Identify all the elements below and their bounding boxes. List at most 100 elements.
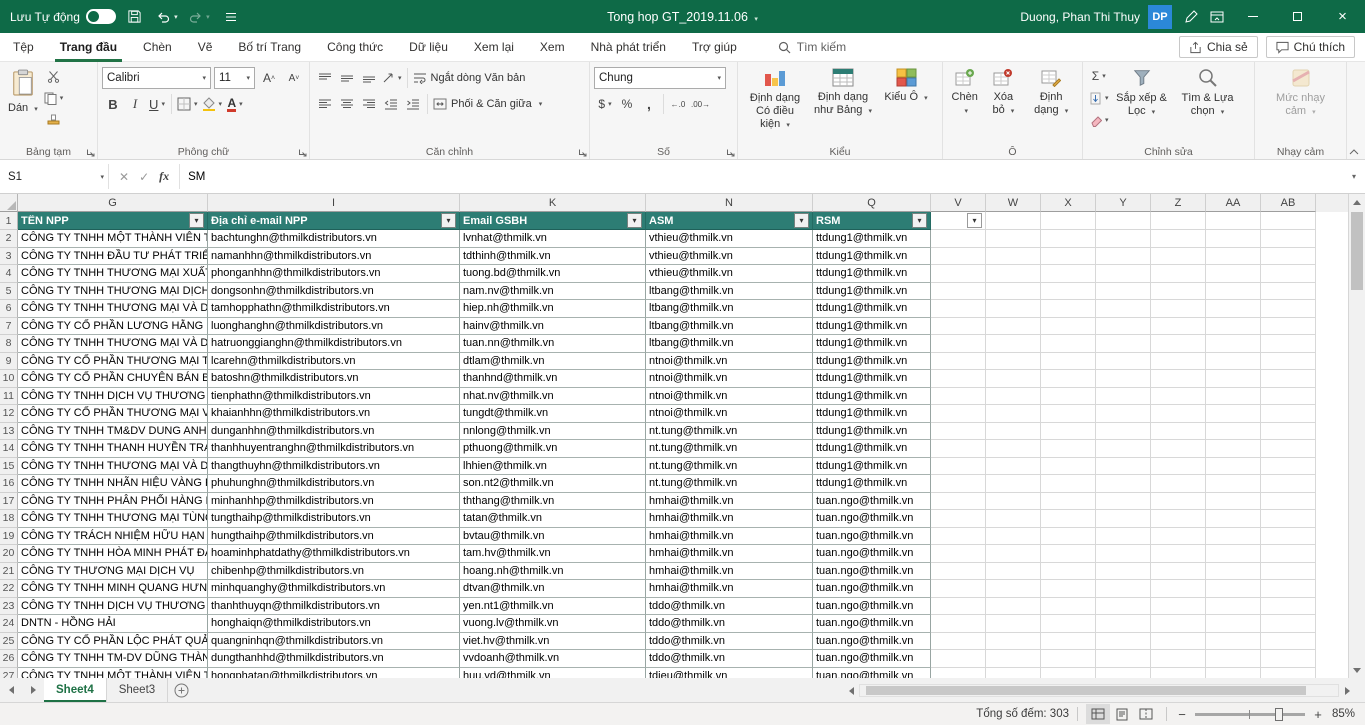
cell[interactable]: hoang.nh@thmilk.vn (460, 563, 646, 581)
cell[interactable]: hmhai@thmilk.vn (646, 493, 813, 511)
column-header-X[interactable]: X (1041, 194, 1096, 212)
cell[interactable] (1151, 458, 1206, 476)
cell[interactable]: ttdung1@thmilk.vn (813, 475, 931, 493)
cell[interactable] (986, 230, 1041, 248)
header-cell-asm[interactable]: ASM▾ (646, 212, 813, 230)
cell[interactable]: CÔNG TY TNHH TM&DV DUNG ANH (18, 423, 208, 441)
cell[interactable] (1096, 580, 1151, 598)
cell[interactable]: CÔNG TY CỔ PHẦN LỘC PHÁT QUẢNG (18, 633, 208, 651)
cell[interactable] (1261, 212, 1316, 230)
cell[interactable] (1096, 493, 1151, 511)
cell[interactable]: CÔNG TY TNHH DỊCH VỤ THƯƠNG M (18, 388, 208, 406)
cell[interactable] (1041, 563, 1096, 581)
sheet-tab-Sheet4[interactable]: Sheet4 (44, 678, 107, 702)
autosave-toggle[interactable] (86, 9, 116, 24)
cell[interactable] (1151, 598, 1206, 616)
header-cell-email-gsbh[interactable]: Email GSBH▾ (460, 212, 646, 230)
cell[interactable] (1151, 265, 1206, 283)
cell[interactable] (1151, 388, 1206, 406)
cell[interactable]: tddo@thmilk.vn (646, 598, 813, 616)
cell[interactable] (986, 353, 1041, 371)
cell[interactable]: nam.nv@thmilk.vn (460, 283, 646, 301)
cell[interactable]: vvdoanh@thmilk.vn (460, 650, 646, 668)
cell[interactable]: honghaiqn@thmilkdistributors.vn (208, 615, 460, 633)
cell[interactable] (986, 528, 1041, 546)
decrease-font-button[interactable]: A˅ (283, 67, 305, 89)
cell[interactable] (986, 318, 1041, 336)
dialog-launcher-clipboard[interactable] (86, 148, 95, 157)
row-number[interactable]: 3 (0, 248, 18, 266)
cell[interactable]: tamhopphathn@thmilkdistributors.vn (208, 300, 460, 318)
cell[interactable] (1096, 668, 1151, 679)
cell[interactable]: vthieu@thmilk.vn (646, 248, 813, 266)
decrease-indent-button[interactable] (380, 93, 402, 115)
scroll-right-button[interactable] (1339, 683, 1355, 699)
redo-button[interactable]: ▾ (186, 4, 212, 30)
page-layout-view-button[interactable] (1110, 704, 1134, 724)
page-break-view-button[interactable] (1134, 704, 1158, 724)
italic-button[interactable]: I (124, 93, 146, 115)
cell[interactable] (1151, 423, 1206, 441)
insert-cells-button[interactable]: Chèn ▾ (947, 65, 982, 141)
header-cell-ten-npp[interactable]: TÊN NPP▾ (18, 212, 208, 230)
confirm-entry-icon[interactable]: ✓ (139, 170, 149, 184)
cell[interactable] (986, 633, 1041, 651)
row-number[interactable]: 15 (0, 458, 18, 476)
cell[interactable]: ltbang@thmilk.vn (646, 335, 813, 353)
cell[interactable]: nt.tung@thmilk.vn (646, 475, 813, 493)
cell[interactable] (931, 510, 986, 528)
cell[interactable]: CÔNG TY TNHH THƯƠNG MẠI VÀ DI (18, 458, 208, 476)
cell[interactable] (986, 212, 1041, 230)
cell[interactable] (1041, 388, 1096, 406)
cell[interactable]: phuhunghn@thmilkdistributors.vn (208, 475, 460, 493)
cell[interactable] (1206, 475, 1261, 493)
cell[interactable] (1041, 510, 1096, 528)
borders-button[interactable]: ▾ (175, 93, 200, 115)
cell[interactable]: ththang@thmilk.vn (460, 493, 646, 511)
cell[interactable] (931, 650, 986, 668)
cell[interactable]: nhat.nv@thmilk.vn (460, 388, 646, 406)
cell[interactable]: ttdung1@thmilk.vn (813, 458, 931, 476)
column-header-AB[interactable]: AB (1261, 194, 1316, 212)
cell[interactable] (986, 493, 1041, 511)
undo-button[interactable]: ▾ (154, 4, 180, 30)
tab-Nhà phát triển[interactable]: Nhà phát triển (578, 33, 679, 62)
cell[interactable]: tuan.ngo@thmilk.vn (813, 545, 931, 563)
cell[interactable]: huu.vd@thmilk.vn (460, 668, 646, 679)
cell[interactable] (1206, 265, 1261, 283)
clear-button[interactable]: ▾ (1087, 109, 1111, 131)
cell[interactable] (1096, 615, 1151, 633)
cell[interactable]: tuan.ngo@thmilk.vn (813, 668, 931, 679)
cell[interactable]: khaianhhn@thmilkdistributors.vn (208, 405, 460, 423)
vertical-scrollbar[interactable] (1348, 194, 1365, 678)
filter-button[interactable]: ▾ (794, 213, 809, 228)
cell[interactable] (1261, 545, 1316, 563)
cell[interactable]: minhanhhp@thmilkdistributors.vn (208, 493, 460, 511)
cell[interactable] (1206, 405, 1261, 423)
column-header-I[interactable]: I (208, 194, 460, 212)
cell[interactable] (1151, 248, 1206, 266)
header-cell-email-npp[interactable]: Địa chỉ e-mail NPP▾ (208, 212, 460, 230)
zoom-slider[interactable] (1195, 713, 1305, 716)
cell[interactable] (931, 475, 986, 493)
cell[interactable] (986, 545, 1041, 563)
vertical-scroll-thumb[interactable] (1351, 212, 1363, 290)
cell[interactable]: minhquanghy@thmilkdistributors.vn (208, 580, 460, 598)
cell[interactable] (1261, 440, 1316, 458)
row-number[interactable]: 2 (0, 230, 18, 248)
cell[interactable] (1041, 353, 1096, 371)
font-name-select[interactable]: Calibri▾ (102, 67, 211, 89)
cell[interactable]: tienphathn@thmilkdistributors.vn (208, 388, 460, 406)
cell[interactable] (986, 405, 1041, 423)
font-color-button[interactable]: A▾ (224, 93, 246, 115)
cell[interactable] (986, 370, 1041, 388)
cell[interactable] (1041, 545, 1096, 563)
cell[interactable]: dtlam@thmilk.vn (460, 353, 646, 371)
cell[interactable] (986, 335, 1041, 353)
cell[interactable] (986, 510, 1041, 528)
cell[interactable] (986, 580, 1041, 598)
row-number[interactable]: 4 (0, 265, 18, 283)
dialog-launcher-number[interactable] (726, 148, 735, 157)
cell[interactable] (931, 318, 986, 336)
cell[interactable]: CÔNG TY TNHH ĐẦU TƯ PHÁT TRIỂN (18, 248, 208, 266)
